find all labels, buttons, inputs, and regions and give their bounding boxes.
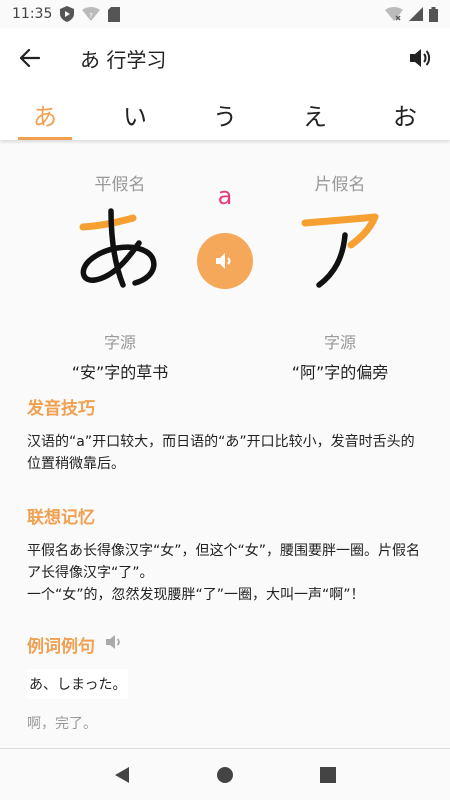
katakana-source: “阿”字的偏旁 — [291, 363, 389, 382]
app-toolbar: あ 行学习 — [0, 28, 450, 88]
hiragana-char: あ — [75, 205, 76, 206]
status-bar: 11:35 ? — [0, 0, 450, 28]
nav-home-button[interactable] — [205, 755, 245, 795]
katakana-column: 片假名 ア 字源 “阿”字的偏旁 — [260, 140, 420, 383]
pronunciation-section: 发音技巧 汉语的“a”开口较大，而日语的“あ”开口比较小，发音时舌头的位置稍微靠… — [0, 394, 450, 475]
pronunciation-text: 汉语的“a”开口较大，而日语的“あ”开口比较小，发音时舌头的位置稍微靠后。 — [27, 434, 415, 472]
volume-button[interactable] — [390, 28, 450, 88]
memory-text: 平假名あ长得像汉字“女”，但这个“女”，腰围要胖一圈。片假名ア长得像汉字“了”。… — [27, 540, 423, 606]
hiragana-glyph: あ — [40, 205, 200, 289]
speaker-icon — [216, 253, 231, 269]
hiragana-source-label: 字源 — [103, 333, 136, 352]
tab-o[interactable]: お — [360, 88, 450, 140]
page-title: あ 行学习 — [80, 47, 167, 72]
volume-icon — [410, 49, 431, 67]
hiragana-label: 平假名 — [94, 175, 146, 195]
signal-icon — [409, 7, 423, 21]
battery-icon — [429, 6, 438, 22]
example-japanese: あ、しまった。 — [27, 669, 129, 699]
svg-text:?: ? — [90, 12, 94, 20]
nav-recents-button[interactable] — [308, 755, 348, 795]
memory-line-1: 平假名あ长得像汉字“女”，但这个“女”，腰围要胖一圈。片假名ア长得像汉字“了”。 — [27, 543, 421, 581]
pronunciation-title: 发音技巧 — [27, 399, 95, 419]
wifi-off-icon — [385, 7, 403, 21]
memory-section: 联想记忆 平假名あ长得像汉字“女”，但这个“女”，腰围要胖一圈。片假名ア长得像汉… — [0, 503, 450, 606]
romaji: a — [217, 182, 233, 210]
examples-header: 例词例句 — [27, 632, 423, 657]
katakana-label: 片假名 — [314, 175, 366, 195]
shield-icon — [60, 6, 75, 22]
status-time: 11:35 — [12, 6, 53, 22]
tab-u[interactable]: う — [180, 88, 270, 140]
square-recents-icon — [320, 766, 337, 783]
examples-section: 例词例句 あ、しまった。 啊，完了。 — [0, 632, 450, 733]
tab-i[interactable]: い — [90, 88, 180, 140]
sd-card-icon — [108, 6, 121, 22]
tab-e[interactable]: え — [270, 88, 360, 140]
katakana-source-label: 字源 — [323, 333, 356, 352]
circle-home-icon — [216, 766, 233, 783]
examples-speaker-icon[interactable] — [105, 634, 123, 655]
play-sound-button[interactable] — [197, 233, 253, 289]
hiragana-column: 平假名 あ 字源 “安”字的草书 — [40, 140, 200, 383]
kana-display: 平假名 あ 字源 “安”字的草书 a 片假名 ア 字源 “阿”字的偏旁 — [0, 140, 450, 383]
katakana-glyph: ア — [260, 205, 420, 289]
example-chinese: 啊，完了。 — [27, 716, 97, 732]
wifi-question-icon: ? — [82, 7, 101, 21]
katakana-char: ア — [295, 205, 296, 206]
memory-line-2: 一个“女”的，忽然发现腰胖“了”一圈，大叫一声“啊”！ — [27, 587, 365, 603]
arrow-left-icon — [20, 49, 40, 67]
tab-a[interactable]: あ — [0, 88, 90, 140]
hiragana-source: “安”字的草书 — [71, 363, 169, 382]
kana-tabs: あ い う え お — [0, 88, 450, 140]
nav-back-button[interactable] — [102, 755, 142, 795]
memory-title: 联想记忆 — [27, 508, 95, 528]
main-content[interactable]: 平假名 あ 字源 “安”字的草书 a 片假名 ア 字源 “阿”字的偏旁 发音技巧… — [0, 140, 450, 748]
triangle-back-icon — [114, 766, 129, 783]
examples-title: 例词例句 — [27, 637, 95, 657]
back-button[interactable] — [0, 28, 60, 88]
system-nav-bar — [0, 748, 450, 800]
